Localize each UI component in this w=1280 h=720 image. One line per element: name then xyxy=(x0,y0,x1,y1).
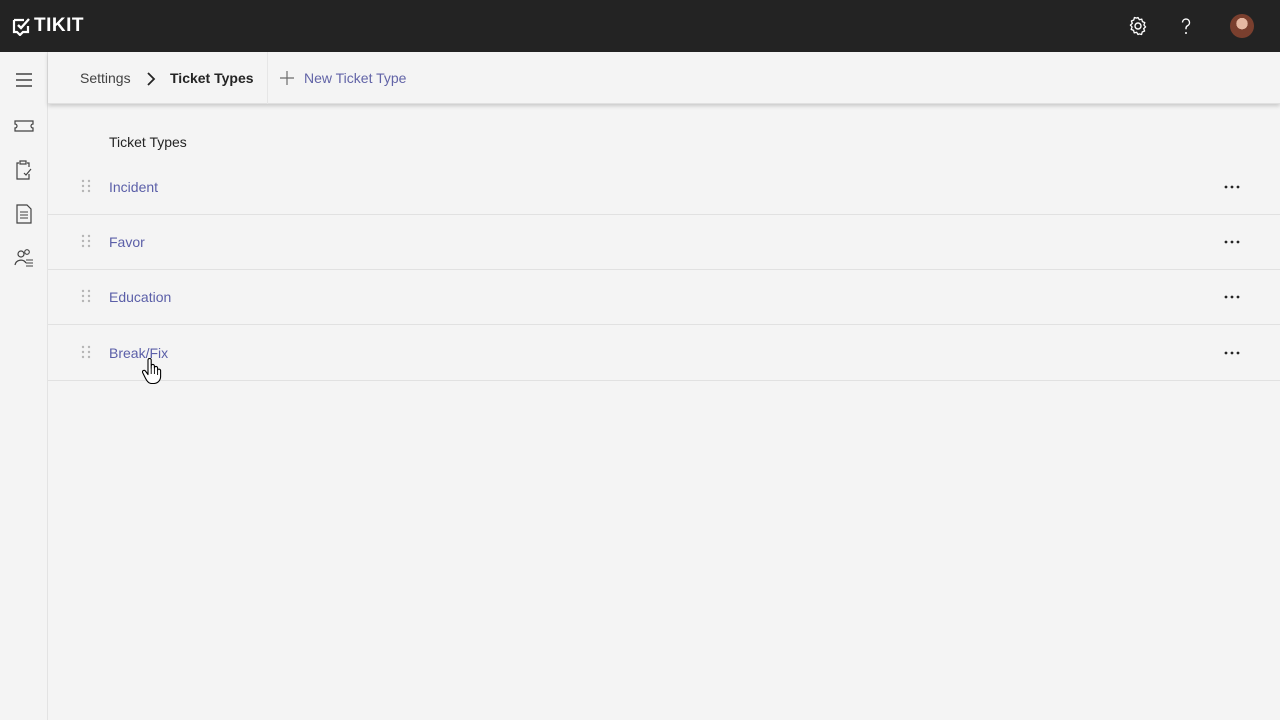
more-options-button[interactable] xyxy=(1220,230,1244,254)
ticket-type-link[interactable]: Incident xyxy=(109,178,158,196)
help-icon xyxy=(1181,18,1191,34)
breadcrumb-settings[interactable]: Settings xyxy=(80,70,131,86)
more-options-button[interactable] xyxy=(1220,285,1244,309)
ticket-type-link[interactable]: Favor xyxy=(109,233,145,251)
ticket-icon xyxy=(14,120,34,132)
clipboard-check-icon xyxy=(16,160,32,180)
user-avatar[interactable] xyxy=(1230,14,1254,38)
hamburger-menu-icon xyxy=(16,73,32,87)
list-item[interactable]: Incident xyxy=(48,160,1280,215)
new-ticket-type-button[interactable]: New Ticket Type xyxy=(280,66,406,90)
gear-icon xyxy=(1129,16,1147,36)
check-box-logo-icon xyxy=(12,18,30,36)
nav-knowledge[interactable] xyxy=(12,202,36,226)
nav-tasks[interactable] xyxy=(12,158,36,182)
command-bar: Settings Ticket Types New Ticket Type xyxy=(48,52,1280,104)
new-ticket-type-label: New Ticket Type xyxy=(304,70,407,86)
left-rail xyxy=(0,52,48,720)
drag-handle-icon[interactable] xyxy=(81,345,91,359)
top-bar: TIKIT xyxy=(0,0,1280,52)
more-horizontal-icon xyxy=(1224,240,1240,244)
more-horizontal-icon xyxy=(1224,351,1240,355)
more-options-button[interactable] xyxy=(1220,175,1244,199)
menu-button[interactable] xyxy=(12,68,36,92)
more-options-button[interactable] xyxy=(1220,341,1244,365)
plus-icon xyxy=(280,71,294,85)
help-button[interactable] xyxy=(1174,14,1198,38)
list-item[interactable]: Favor xyxy=(48,215,1280,270)
divider xyxy=(267,52,268,104)
breadcrumb-current: Ticket Types xyxy=(170,70,254,86)
nav-tickets[interactable] xyxy=(12,114,36,138)
settings-gear-button[interactable] xyxy=(1126,14,1150,38)
list-item[interactable]: Break/Fix xyxy=(48,326,1280,381)
list-header: Ticket Types xyxy=(109,134,187,150)
people-list-icon xyxy=(14,249,33,267)
logo-text: TIKIT xyxy=(34,15,84,36)
hand-pointer-cursor-icon xyxy=(142,358,162,384)
chevron-right-icon xyxy=(147,72,156,86)
more-horizontal-icon xyxy=(1224,295,1240,299)
list-item[interactable]: Education xyxy=(48,270,1280,325)
tikit-logo[interactable]: TIKIT xyxy=(12,15,84,37)
document-icon xyxy=(16,204,32,224)
more-horizontal-icon xyxy=(1224,185,1240,189)
drag-handle-icon[interactable] xyxy=(81,179,91,193)
nav-people[interactable] xyxy=(12,246,36,270)
ticket-type-link[interactable]: Education xyxy=(109,288,171,306)
drag-handle-icon[interactable] xyxy=(81,289,91,303)
drag-handle-icon[interactable] xyxy=(81,234,91,248)
